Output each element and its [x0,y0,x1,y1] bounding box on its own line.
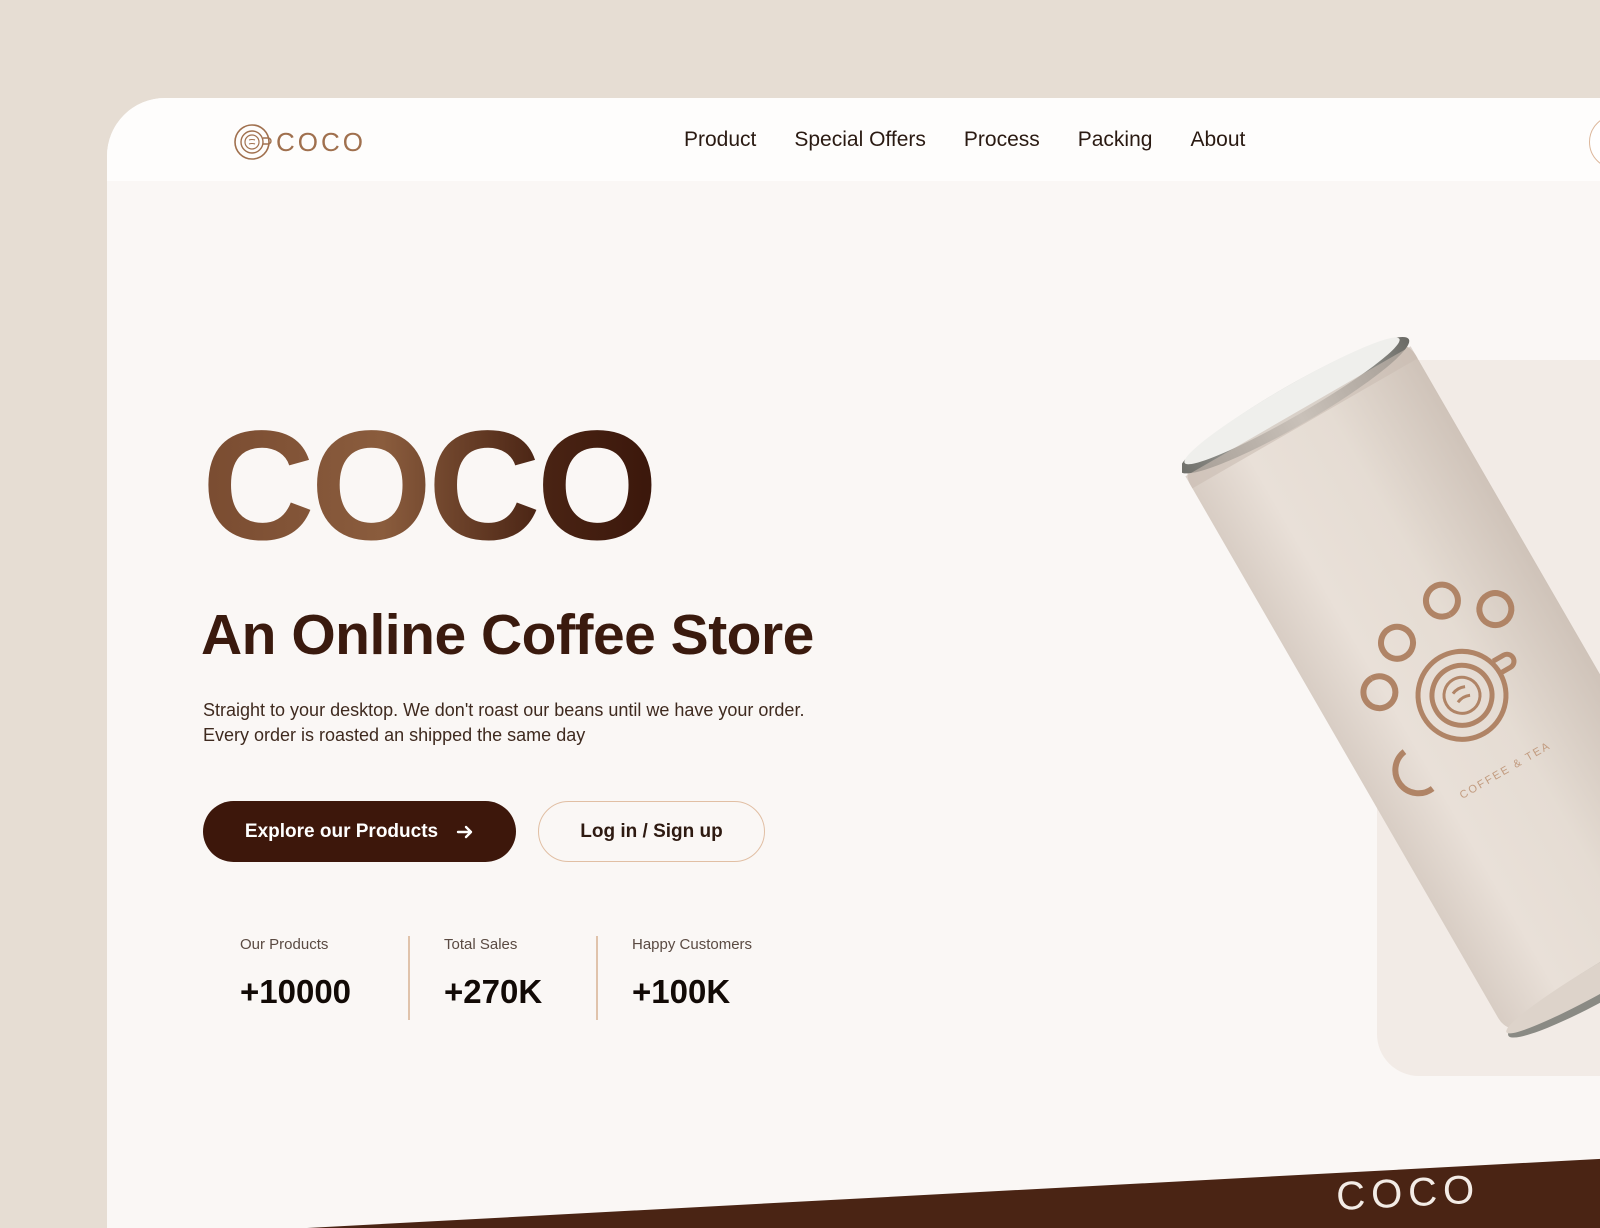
stat-label: Our Products [240,936,329,953]
explore-products-label: Explore our Products [244,820,439,842]
stat-total-sales: Total Sales +270K [444,936,632,1020]
landing-page-frame: COCO Product Special Offers Process Pack… [107,98,1600,1228]
coffee-cup-icon [234,124,272,160]
hero-brand-word: COCO [202,399,658,573]
nav-item-process[interactable]: Process [964,128,1040,152]
nav-item-product[interactable]: Product [684,128,756,152]
login-signup-button[interactable]: Log in / Sign up [538,801,765,862]
brand-name: COCO [276,126,366,157]
stat-label: Total Sales [444,936,518,953]
arrow-right-icon [456,825,473,838]
stat-value: +100K [632,973,731,1010]
nav-action-button[interactable] [1589,115,1600,169]
nav-item-packing[interactable]: Packing [1078,128,1153,152]
main-navigation: Product Special Offers Process Packing A… [684,128,1245,152]
hero-tagline: An Online Coffee Store [201,603,814,667]
stat-label: Happy Customers [632,936,753,953]
brand-logo[interactable]: COCO [233,122,366,162]
product-can-image: COFFEE & TEA [1182,336,1600,1038]
nav-item-special-offers[interactable]: Special Offers [794,128,926,152]
nav-item-about[interactable]: About [1190,128,1245,152]
stats-row: Our Products +10000 Total Sales +270K Ha… [240,936,832,1020]
stat-value: +10000 [240,973,352,1010]
stat-our-products: Our Products +10000 [240,936,444,1020]
stat-value: +270K [444,973,543,1010]
explore-products-button[interactable]: Explore our Products [203,801,516,862]
stat-happy-customers: Happy Customers +100K [632,936,832,1020]
top-navbar: COCO Product Special Offers Process Pack… [107,98,1600,181]
footer-band-text: COCO [1335,1168,1481,1219]
hero-description: Straight to your desktop. We don't roast… [203,698,943,748]
hero-description-line-1: Straight to your desktop. We don't roast… [203,700,805,720]
hero-description-line-2: Every order is roasted an shipped the sa… [203,725,586,745]
